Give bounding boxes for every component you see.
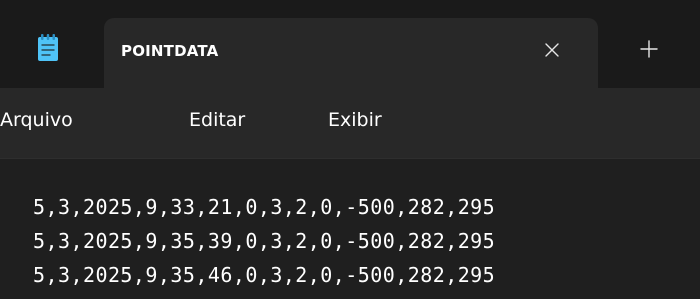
menu-bar: Arquivo Editar Exibir (0, 88, 700, 158)
tab-title: POINTDATA (121, 42, 219, 60)
notepad-window: POINTDATA Arquivo Editar Exibir 5,3,2025… (0, 0, 700, 299)
menu-item-editar[interactable]: Editar (189, 108, 245, 132)
text-editor[interactable]: 5,3,2025,9,33,21,0,3,2,0,-500,282,295 5,… (0, 159, 700, 299)
close-icon (545, 43, 559, 57)
notepad-icon (38, 34, 58, 61)
text-line: 5,3,2025,9,35,46,0,3,2,0,-500,282,295 (33, 263, 496, 287)
close-tab-button[interactable] (534, 32, 570, 68)
text-line: 5,3,2025,9,35,39,0,3,2,0,-500,282,295 (33, 229, 496, 253)
menu-item-exibir[interactable]: Exibir (328, 108, 382, 132)
tab-pointdata[interactable]: POINTDATA (104, 18, 598, 88)
menu-item-arquivo[interactable]: Arquivo (0, 108, 73, 132)
text-line: 5,3,2025,9,33,21,0,3,2,0,-500,282,295 (33, 195, 496, 219)
plus-icon (640, 40, 658, 58)
new-tab-button[interactable] (631, 31, 667, 67)
title-bar: POINTDATA (0, 0, 700, 88)
